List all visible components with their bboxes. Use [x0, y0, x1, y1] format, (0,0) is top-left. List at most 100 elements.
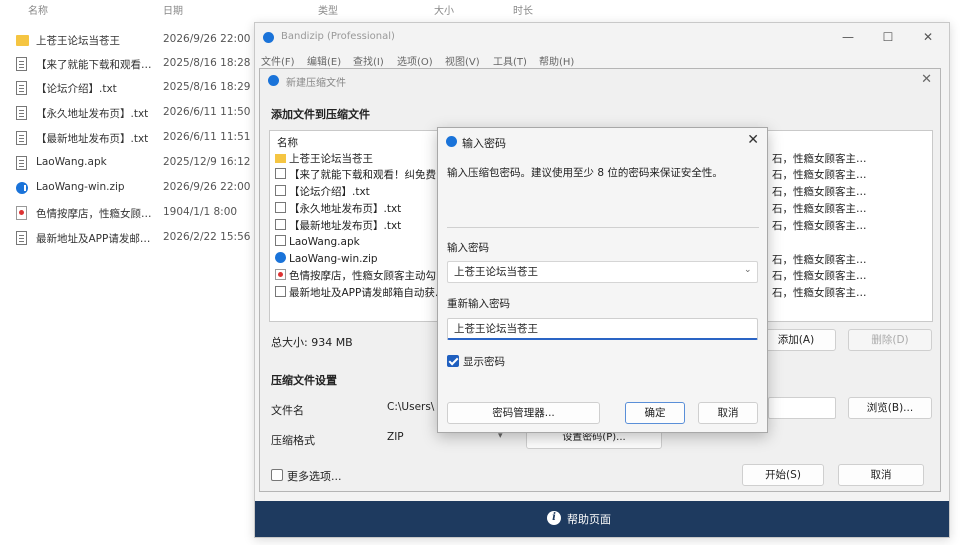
document-icon: [16, 231, 27, 245]
more-options-label[interactable]: 更多选项...: [287, 468, 342, 484]
folder-icon: [16, 35, 29, 46]
more-options-checkbox[interactable]: [271, 469, 283, 481]
close-button[interactable]: ✕: [913, 27, 943, 47]
cancel-button[interactable]: 取消: [838, 464, 924, 486]
file-date: 2026/9/26 22:00: [163, 181, 251, 193]
list-item-name: 色情按摩店，性瘾女顾客主动勾…: [289, 270, 447, 282]
chevron-down-icon[interactable]: ⌄: [744, 265, 752, 275]
column-header-size[interactable]: 大小: [434, 2, 454, 22]
document-icon: [16, 81, 27, 95]
password-dialog-titlebar[interactable]: 输入密码 ✕: [438, 128, 767, 154]
list-item[interactable]: LaoWang.apk: [275, 235, 360, 251]
browse-button[interactable]: 浏览(B)...: [848, 397, 932, 419]
add-button[interactable]: 添加(A): [756, 329, 836, 351]
explorer-file-row[interactable]: 【论坛介绍】.txt 2025/8/16 18:29: [0, 76, 255, 100]
file-name: 【永久地址发布页】.txt: [36, 108, 149, 120]
bandizip-titlebar[interactable]: Bandizip (Professional) — ☐ ✕: [255, 23, 949, 51]
menu-file[interactable]: 文件(F): [261, 53, 295, 68]
format-label: 压缩格式: [271, 434, 315, 447]
file-date: 2026/2/22 15:56: [163, 231, 251, 243]
explorer-file-row[interactable]: LaoWang-win.zip 2026/9/26 22:00: [0, 176, 255, 200]
file-name: 【最新地址发布页】.txt: [36, 133, 149, 145]
document-icon: [275, 168, 286, 179]
list-item[interactable]: 【最新地址发布页】.txt: [275, 218, 401, 234]
file-name: 【来了就能下载和观看…: [36, 59, 152, 71]
explorer-file-row[interactable]: 【永久地址发布页】.txt 2026/6/11 11:50: [0, 101, 255, 125]
explorer-file-row[interactable]: LaoWang.apk 2025/12/9 16:12: [0, 151, 255, 175]
menu-tools[interactable]: 工具(T): [493, 53, 527, 68]
filename-input[interactable]: C:\Users\: [381, 397, 437, 419]
file-name: 【论坛介绍】.txt: [36, 83, 117, 95]
explorer-file-row[interactable]: 色情按摩店，性瘾女顾… 1904/1/1 8:00: [0, 201, 255, 225]
help-footer[interactable]: i 帮助页面: [255, 501, 949, 537]
explorer-file-row[interactable]: 【来了就能下载和观看… 2025/8/16 18:28: [0, 52, 255, 76]
list-item[interactable]: 上苍王论坛当苍王: [275, 151, 373, 167]
minimize-button[interactable]: —: [833, 27, 863, 47]
format-select[interactable]: ZIP: [381, 427, 437, 449]
password-cancel-button[interactable]: 取消: [698, 402, 758, 424]
archive-settings-heading: 压缩文件设置: [271, 374, 337, 387]
document-icon: [16, 57, 27, 71]
password-manager-button[interactable]: 密码管理器...: [447, 402, 600, 424]
list-item[interactable]: 色情按摩店，性瘾女顾客主动勾…: [275, 268, 447, 284]
column-header-date[interactable]: 日期: [163, 2, 183, 22]
file-date: 2025/8/16 18:29: [163, 81, 251, 93]
total-size: 总大小: 934 MB: [271, 336, 353, 349]
image-icon: [275, 269, 286, 280]
password-description: 输入压缩包密码。建议使用至少 8 位的密码来保证安全性。: [447, 167, 723, 179]
bandizip-logo-icon: [263, 32, 274, 43]
zip-icon: [16, 182, 28, 194]
list-item[interactable]: 【永久地址发布页】.txt: [275, 201, 401, 217]
explorer-file-row[interactable]: 最新地址及APP请发邮… 2026/2/22 15:56: [0, 226, 255, 250]
list-item[interactable]: 【来了就能下载和观看！纠免费…: [275, 167, 447, 183]
list-item-detail: 石，性瘾女顾客主…: [772, 254, 867, 266]
dialog-title: 新建压缩文件: [286, 78, 346, 89]
file-date: 2025/8/16 18:28: [163, 57, 251, 69]
list-item[interactable]: 【论坛介绍】.txt: [275, 184, 370, 200]
bandizip-logo-icon: [268, 75, 279, 86]
list-item[interactable]: LaoWang-win.zip: [275, 252, 378, 268]
list-item-name: 【最新地址发布页】.txt: [289, 220, 402, 232]
window-title: Bandizip (Professional): [281, 31, 395, 42]
show-password-checkbox[interactable]: [447, 355, 459, 367]
document-icon: [16, 156, 27, 170]
ok-button[interactable]: 确定: [625, 402, 685, 424]
column-header-type[interactable]: 类型: [318, 2, 338, 22]
menu-edit[interactable]: 编辑(E): [307, 53, 341, 68]
maximize-button[interactable]: ☐: [873, 27, 903, 47]
close-icon[interactable]: ✕: [921, 72, 932, 87]
reenter-password-input[interactable]: 上苍王论坛当苍王: [447, 318, 758, 340]
new-archive-titlebar[interactable]: 新建压缩文件 ✕: [260, 69, 940, 91]
list-item[interactable]: 最新地址及APP请发邮箱自动获…: [275, 285, 445, 301]
list-item-detail: 石，性瘾女顾客主…: [772, 203, 867, 215]
menu-help[interactable]: 帮助(H): [539, 53, 574, 68]
password-input[interactable]: 上苍王论坛当苍王: [447, 261, 758, 283]
help-page-link[interactable]: 帮助页面: [567, 511, 611, 527]
file-name: 上苍王论坛当苍王: [36, 35, 120, 47]
list-item-name: 最新地址及APP请发邮箱自动获…: [289, 287, 446, 299]
column-header-duration[interactable]: 时长: [513, 2, 533, 22]
file-name: LaoWang.apk: [36, 156, 107, 168]
menu-options[interactable]: 选项(O): [397, 53, 433, 68]
start-button[interactable]: 开始(S): [742, 464, 824, 486]
show-password-label[interactable]: 显示密码: [463, 354, 505, 369]
delete-button[interactable]: 删除(D): [848, 329, 932, 351]
list-item-name: LaoWang-win.zip: [289, 253, 378, 265]
menu-find[interactable]: 查找(I): [353, 53, 384, 68]
info-icon: i: [547, 511, 561, 525]
menu-view[interactable]: 视图(V): [445, 53, 480, 68]
explorer-file-row[interactable]: 【最新地址发布页】.txt 2026/6/11 11:51: [0, 126, 255, 150]
column-header-name[interactable]: 名称: [28, 2, 48, 22]
list-item-detail: 石，性瘾女顾客主…: [772, 220, 867, 232]
document-icon: [275, 185, 286, 196]
close-icon[interactable]: ✕: [747, 132, 759, 148]
reenter-password-label: 重新输入密码: [447, 298, 510, 310]
image-icon: [16, 206, 27, 220]
file-date: 2026/6/11 11:51: [163, 131, 251, 143]
list-item-detail: 石，性瘾女顾客主…: [772, 287, 867, 299]
list-header-name[interactable]: 名称: [277, 135, 298, 151]
filename-input-tail[interactable]: [768, 397, 836, 419]
file-date: 2026/9/26 22:00: [163, 33, 251, 45]
explorer-file-row[interactable]: 上苍王论坛当苍王 2026/9/26 22:00: [0, 28, 255, 52]
list-item-name: LaoWang.apk: [289, 236, 360, 248]
